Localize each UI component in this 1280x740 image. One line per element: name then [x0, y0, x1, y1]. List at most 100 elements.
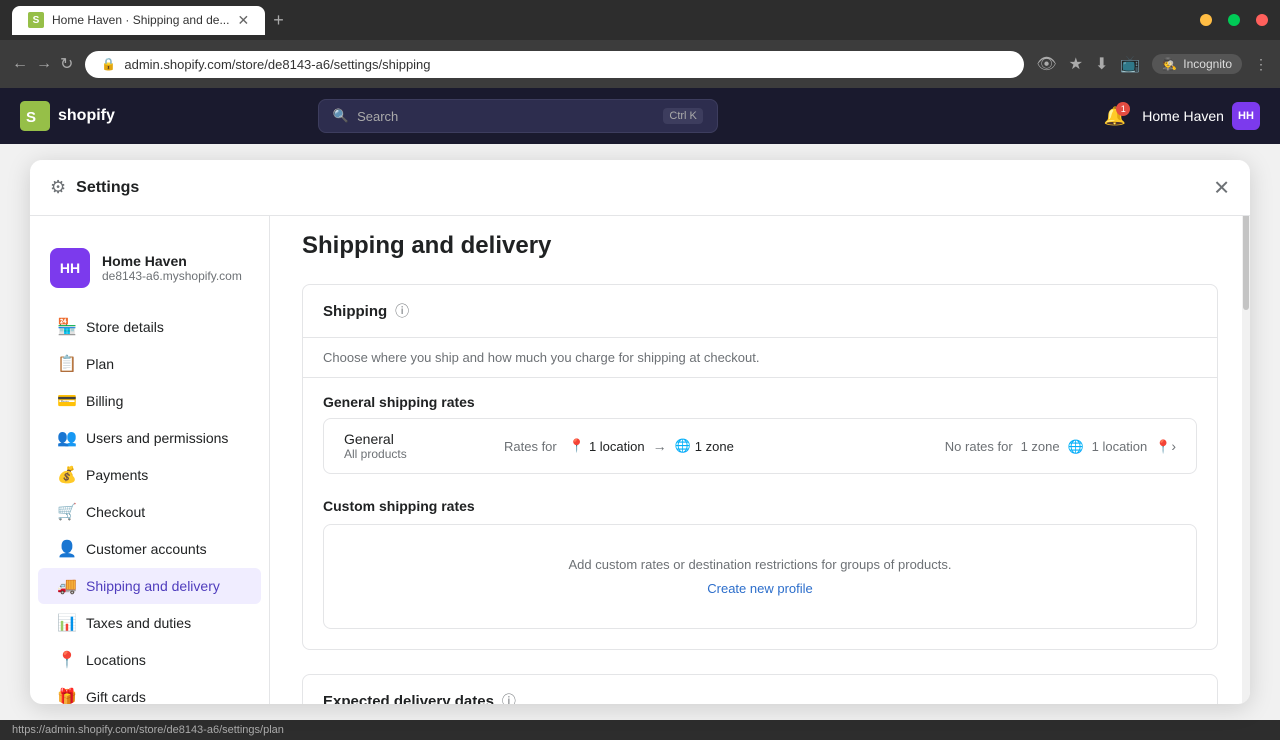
notification-button[interactable]: 🔔 1 — [1104, 106, 1126, 127]
browser-tab[interactable]: S Home Haven · Shipping and de... ✕ — [12, 6, 265, 35]
url-bar[interactable]: 🔒 admin.shopify.com/store/de8143-a6/sett… — [85, 51, 1024, 78]
sidebar-item-users-permissions[interactable]: 👥 Users and permissions — [38, 420, 261, 456]
no-rates-zone: 1 zone — [1021, 439, 1060, 454]
header-actions: 🔔 1 Home Haven HH — [1104, 102, 1260, 130]
no-rates-zone-icon: 🌐 — [1068, 439, 1084, 454]
locations-icon: 📍 — [58, 651, 76, 669]
customer-accounts-icon: 👤 — [58, 540, 76, 558]
sidebar-item-store-details[interactable]: 🏪 Store details — [38, 309, 261, 345]
sidebar-item-taxes-duties[interactable]: 📊 Taxes and duties — [38, 605, 261, 641]
sidebar-item-checkout[interactable]: 🛒 Checkout — [38, 494, 261, 530]
browser-chrome: S Home Haven · Shipping and de... ✕ + — [0, 0, 1280, 40]
sidebar-label-users: Users and permissions — [86, 430, 228, 446]
sidebar-item-gift-cards[interactable]: 🎁 Gift cards — [38, 679, 261, 704]
window-controls — [1200, 14, 1268, 26]
sidebar-item-payments[interactable]: 💰 Payments — [38, 457, 261, 493]
more-options-icon[interactable]: ⋮ — [1254, 56, 1268, 73]
sidebar-item-plan[interactable]: 📋 Plan — [38, 346, 261, 382]
page-title: Shipping and delivery — [302, 232, 1218, 260]
search-icon: 🔍 — [333, 108, 349, 124]
store-logo: HH — [50, 248, 90, 288]
gear-icon: ⚙ — [50, 177, 66, 198]
settings-header: ⚙ Settings ✕ — [30, 160, 1250, 216]
tab-favicon: S — [28, 12, 44, 28]
custom-rates-text: Add custom rates or destination restrict… — [344, 557, 1176, 572]
store-details-icon: 🏪 — [58, 318, 76, 336]
sidebar-label-plan: Plan — [86, 356, 114, 372]
users-icon: 👥 — [58, 429, 76, 447]
delivery-info-icon[interactable]: ⓘ — [502, 691, 516, 704]
close-button[interactable] — [1256, 14, 1268, 26]
checkout-icon: 🛒 — [58, 503, 76, 521]
shipping-description: Choose where you ship and how much you c… — [303, 338, 1217, 378]
store-info: HH Home Haven de8143-a6.myshopify.com — [30, 232, 269, 308]
location-count: 1 location — [589, 439, 645, 454]
no-rates-location: 1 location — [1092, 439, 1148, 454]
sidebar-label-customer-accounts: Customer accounts — [86, 541, 207, 557]
billing-icon: 💳 — [58, 392, 76, 410]
sidebar-item-billing[interactable]: 💳 Billing — [38, 383, 261, 419]
header-search[interactable]: 🔍 Search Ctrl K — [318, 99, 718, 133]
notification-badge: 1 — [1116, 102, 1130, 116]
rate-name-sub: All products — [344, 447, 504, 461]
sidebar-item-shipping-delivery[interactable]: 🚚 Shipping and delivery — [38, 568, 261, 604]
rate-name: General All products — [344, 431, 504, 461]
store-avatar: HH — [1232, 102, 1260, 130]
back-button[interactable]: ← — [12, 54, 28, 74]
extension-icon: 👁 — [1036, 54, 1056, 74]
custom-rates-empty: Add custom rates or destination restrict… — [323, 524, 1197, 629]
lock-icon: 🔒 — [101, 57, 116, 71]
store-selector-button[interactable]: Home Haven HH — [1142, 102, 1260, 130]
payments-icon: 💰 — [58, 466, 76, 484]
rates-for-label: Rates for — [504, 439, 557, 454]
main-content: Shipping and delivery Shipping ⓘ Choose … — [270, 160, 1250, 704]
location-item: 📍 1 location — [569, 438, 645, 454]
sidebar-label-gift-cards: Gift cards — [86, 689, 146, 704]
reload-button[interactable]: ↻ — [60, 54, 73, 74]
tab-title: Home Haven · Shipping and de... — [52, 13, 229, 27]
search-shortcut: Ctrl K — [663, 108, 703, 124]
store-details: Home Haven de8143-a6.myshopify.com — [102, 253, 242, 283]
download-icon: ⬇ — [1095, 54, 1108, 74]
sidebar: HH Home Haven de8143-a6.myshopify.com 🏪 … — [30, 160, 270, 704]
shopify-logo-text: shopify — [58, 107, 115, 125]
status-url: https://admin.shopify.com/store/de8143-a… — [12, 724, 284, 736]
svg-text:S: S — [26, 109, 36, 126]
bookmark-icon: ★ — [1069, 54, 1083, 74]
settings-title-row: ⚙ Settings — [50, 177, 139, 198]
cast-icon: 📺 — [1120, 54, 1140, 74]
rate-name-main: General — [344, 431, 504, 447]
no-rates-label: No rates for — [945, 439, 1013, 454]
incognito-badge: 🕵 Incognito — [1152, 54, 1242, 74]
nav-buttons: ← → ↻ — [12, 54, 73, 74]
address-bar-actions: 👁 ★ ⬇ 📺 — [1036, 54, 1140, 74]
incognito-icon: 🕵 — [1162, 57, 1177, 71]
new-tab-button[interactable]: + — [273, 10, 284, 31]
settings-close-button[interactable]: ✕ — [1213, 175, 1230, 200]
rate-details: Rates for 📍 1 location → 🌐 1 zone — [504, 438, 838, 454]
incognito-label: Incognito — [1183, 57, 1232, 71]
sidebar-item-customer-accounts[interactable]: 👤 Customer accounts — [38, 531, 261, 567]
gift-cards-icon: 🎁 — [58, 688, 76, 704]
general-rates-title: General shipping rates — [303, 378, 1217, 418]
maximize-button[interactable] — [1228, 14, 1240, 26]
minimize-button[interactable] — [1200, 14, 1212, 26]
url-text: admin.shopify.com/store/de8143-a6/settin… — [124, 57, 430, 72]
tab-close-button[interactable]: ✕ — [237, 12, 249, 29]
forward-button[interactable]: → — [36, 54, 52, 74]
shopify-icon: S — [20, 101, 50, 131]
shipping-section-card: Shipping ⓘ Choose where you ship and how… — [302, 284, 1218, 650]
sidebar-store-url: de8143-a6.myshopify.com — [102, 269, 242, 283]
taxes-icon: 📊 — [58, 614, 76, 632]
shopify-logo[interactable]: S shopify — [20, 101, 115, 131]
scrollbar-track — [1242, 160, 1250, 704]
location-icon: 📍 — [569, 438, 585, 454]
settings-modal: ⚙ Settings ✕ HH Home Haven de8143-a6.mys… — [30, 160, 1250, 704]
sidebar-item-locations[interactable]: 📍 Locations — [38, 642, 261, 678]
shipping-info-icon[interactable]: ⓘ — [395, 301, 409, 321]
general-rate-row[interactable]: General All products Rates for 📍 1 locat… — [323, 418, 1197, 474]
create-profile-link[interactable]: Create new profile — [707, 581, 813, 596]
no-rates-section: No rates for 1 zone 🌐 1 location 📍 — [838, 438, 1172, 455]
settings-container: ⚙ Settings ✕ HH Home Haven de8143-a6.mys… — [0, 144, 1280, 720]
sidebar-label-payments: Payments — [86, 467, 148, 483]
